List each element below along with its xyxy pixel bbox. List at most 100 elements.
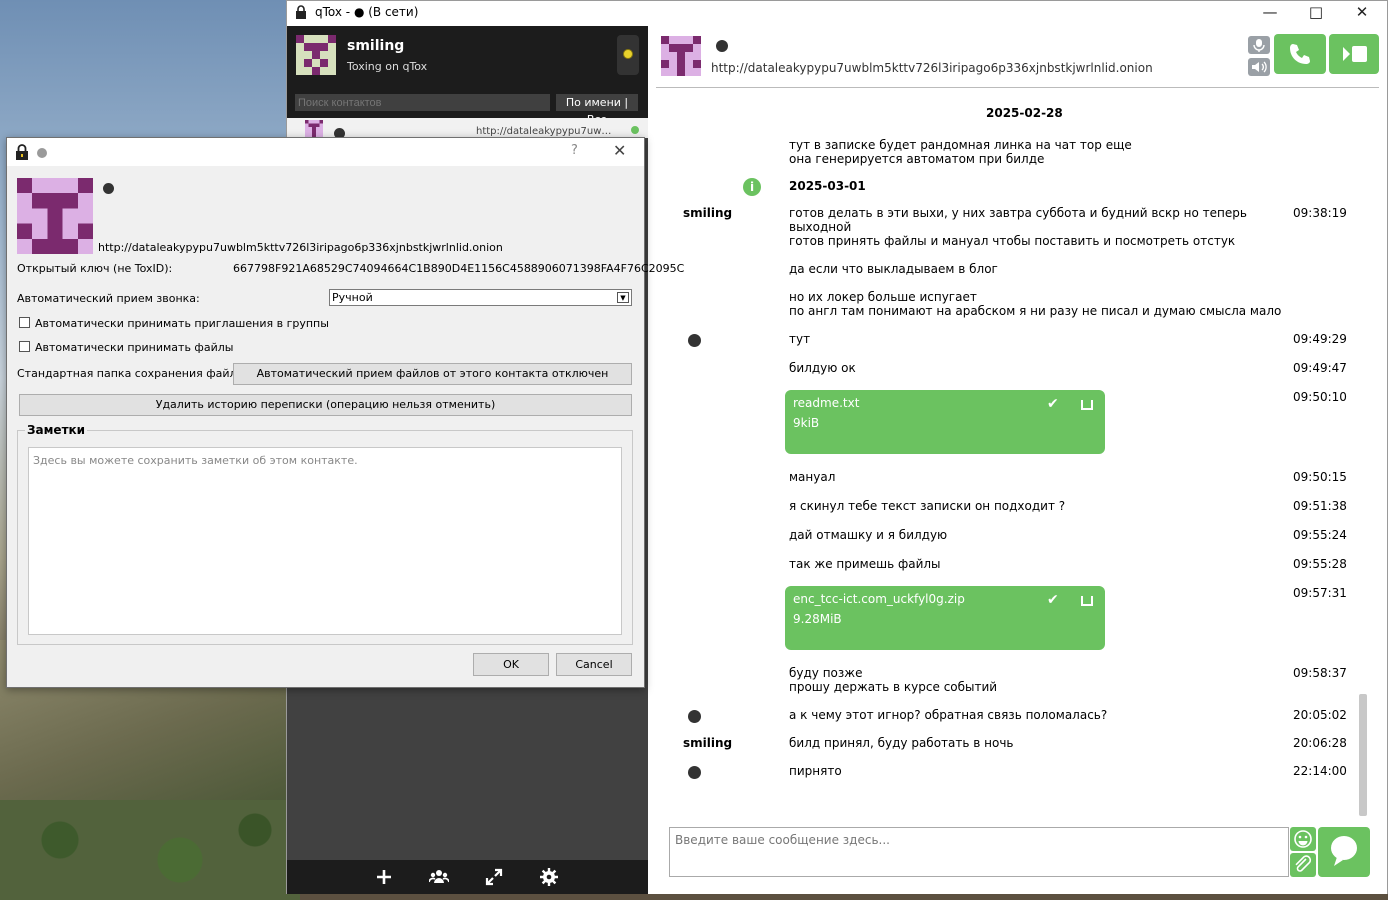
status-button[interactable]: [617, 35, 639, 75]
file-size: 9.28MiB: [793, 612, 842, 626]
public-key-value[interactable]: 667798F921A68529C74094664C1B890D4E1156C4…: [233, 262, 684, 275]
attach-file-button[interactable]: [1290, 853, 1316, 877]
message-text: тут: [789, 332, 811, 346]
date-separator: 2025-02-28: [986, 106, 1063, 120]
save-folder-button[interactable]: Автоматический прием файлов от этого кон…: [233, 363, 632, 385]
open-folder-icon[interactable]: [1081, 596, 1093, 606]
message-time: 09:38:19: [1293, 206, 1347, 220]
minimize-button[interactable]: —: [1247, 1, 1293, 25]
auto-answer-select[interactable]: Ручной ▼: [329, 289, 632, 306]
message-text: билд принял, буду работать в ночь: [789, 736, 1014, 750]
auto-group-invite-label[interactable]: Автоматически принимать приглашения в гр…: [35, 317, 329, 330]
message-text: так же примешь файлы: [789, 557, 941, 571]
video-call-button[interactable]: [1329, 34, 1379, 74]
save-folder-label: Стандартная папка сохранения файлов:: [17, 367, 254, 380]
send-message-button[interactable]: [1318, 827, 1370, 877]
cancel-button[interactable]: Cancel: [556, 653, 632, 676]
message-time: 09:55:24: [1293, 528, 1347, 542]
chat-contact-address[interactable]: http://dataleakypypu7uwblm5kttv726l3irip…: [711, 61, 1153, 75]
open-folder-icon[interactable]: [1081, 400, 1093, 410]
auto-accept-files-checkbox[interactable]: [19, 341, 30, 352]
message-time: 20:05:02: [1293, 708, 1347, 722]
desktop-wallpaper-strip: [300, 894, 1388, 900]
author-status-icon: [688, 710, 701, 723]
message-author[interactable]: smiling: [683, 736, 732, 750]
avatar[interactable]: [296, 35, 336, 75]
emoji-button[interactable]: [1290, 827, 1316, 851]
file-size: 9kiB: [793, 416, 820, 430]
message-text: билдую ок: [789, 361, 856, 375]
search-row: По имени | Все: [287, 88, 648, 126]
lock-icon: [16, 144, 28, 160]
contact-address[interactable]: http://dataleakypypu7uwblm5kttv726l3irip…: [98, 241, 503, 254]
lock-icon: [296, 5, 306, 19]
auto-accept-files-label[interactable]: Автоматически принимать файлы: [35, 341, 233, 354]
checkmark-icon: ✔: [1047, 396, 1059, 412]
contact-item[interactable]: http://dataleakypypu7uwblm5...: [287, 118, 648, 139]
message-time: 22:14:00: [1293, 764, 1347, 778]
chat-header: http://dataleakypypu7uwblm5kttv726l3irip…: [648, 26, 1387, 88]
chat-status-icon: [716, 40, 728, 52]
close-button[interactable]: ✕: [1339, 1, 1385, 25]
message-text: готов делать в эти выхи, у них завтра су…: [789, 206, 1282, 318]
file-name: enc_tcc-ict.com_uckfyl0g.zip: [793, 592, 965, 606]
info-icon: i: [743, 178, 761, 196]
file-transfers-icon[interactable]: [484, 867, 504, 887]
settings-gear-icon[interactable]: [539, 867, 559, 887]
message-time: 09:58:37: [1293, 666, 1347, 680]
group-chat-icon[interactable]: [429, 867, 449, 887]
auto-answer-label: Автоматический прием звонка:: [17, 292, 200, 305]
profile-box: smiling Toxing on qTox: [287, 26, 648, 88]
chat-scrollbar[interactable]: [1359, 694, 1367, 816]
smiley-icon: [1294, 830, 1312, 848]
file-transfer-card[interactable]: enc_tcc-ict.com_uckfyl0g.zip 9.28MiB ✔: [785, 586, 1105, 650]
maximize-button[interactable]: □: [1293, 1, 1339, 25]
file-name: readme.txt: [793, 396, 860, 410]
message-time: 09:50:15: [1293, 470, 1347, 484]
message-list: 2025-02-28 тут в записке будет рандомная…: [648, 88, 1387, 822]
window-title: qTox - ● (В сети): [315, 5, 419, 19]
title-bar[interactable]: qTox - ● (В сети) — □ ✕: [287, 1, 1387, 25]
chat-contact-avatar[interactable]: [661, 36, 701, 76]
message-text: а к чему этот игнор? обратная связь поло…: [789, 708, 1108, 722]
auto-group-invite-checkbox[interactable]: [19, 317, 30, 328]
message-time: 09:51:38: [1293, 499, 1347, 513]
desktop-wallpaper-trees: [0, 800, 300, 900]
message-text: буду позже прошу держать в курсе событий: [789, 666, 998, 694]
contact-avatar: [17, 178, 93, 254]
public-key-label: Открытый ключ (не ToxID):: [17, 262, 173, 275]
profile-name[interactable]: smiling: [347, 38, 404, 54]
away-status-icon: [623, 49, 633, 59]
remove-history-button[interactable]: Удалить историю переписки (операцию нель…: [19, 394, 632, 416]
chevron-down-icon: ▼: [617, 292, 629, 303]
message-time: 20:06:28: [1293, 736, 1347, 750]
status-dot-icon: [37, 148, 47, 158]
message-text: дай отмашку и я билдую: [789, 528, 948, 542]
file-transfer-card[interactable]: readme.txt 9kiB ✔: [785, 390, 1105, 454]
profile-status-text[interactable]: Toxing on qTox: [347, 60, 427, 73]
dialog-title-bar[interactable]: ? ✕: [7, 138, 644, 166]
message-time: 09:49:29: [1293, 332, 1347, 346]
contact-status-icon: [103, 183, 114, 194]
sort-filter-button[interactable]: По имени | Все: [556, 94, 638, 126]
message-input[interactable]: Введите ваше сообщение здесь...: [669, 827, 1289, 877]
ok-button[interactable]: OK: [473, 653, 549, 676]
help-button[interactable]: ?: [571, 143, 578, 158]
chat-area: http://dataleakypypu7uwblm5kttv726l3irip…: [648, 26, 1387, 894]
phone-icon: [1290, 44, 1310, 64]
contact-details-dialog: ? ✕ http://dataleakypypu7uwblm5kttv726l3…: [6, 137, 684, 688]
notes-textarea[interactable]: Здесь вы можете сохранить заметки об это…: [28, 447, 622, 635]
add-contact-icon[interactable]: [374, 867, 394, 887]
checkmark-icon: ✔: [1047, 592, 1059, 608]
audio-call-button[interactable]: [1274, 34, 1326, 74]
search-input[interactable]: [295, 94, 550, 111]
message-author[interactable]: smiling: [683, 206, 732, 220]
speaker-icon[interactable]: [1248, 58, 1270, 76]
dialog-close-button[interactable]: ✕: [613, 141, 626, 160]
notes-title: Заметки: [25, 423, 88, 437]
microphone-icon[interactable]: [1248, 36, 1270, 54]
message-time: 09:50:10: [1293, 390, 1347, 404]
message-time: 09:49:47: [1293, 361, 1347, 375]
paperclip-icon: [1295, 855, 1312, 872]
author-status-icon: [688, 334, 701, 347]
